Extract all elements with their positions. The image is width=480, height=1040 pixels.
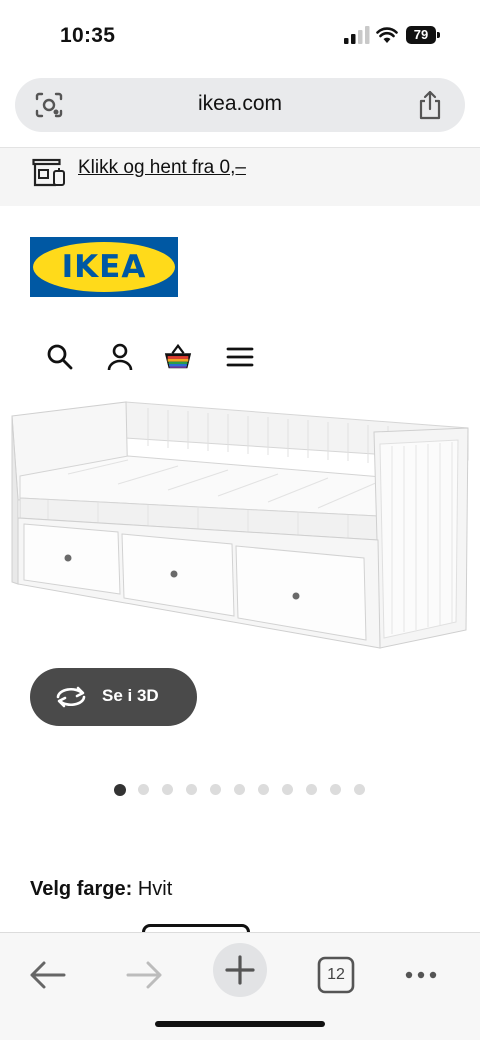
tabs-count: 12 [327, 966, 345, 983]
cellular-signal-icon [344, 26, 370, 44]
ikea-logo-graphic: IKEA [30, 237, 178, 297]
browser-toolbar: 12 [0, 932, 480, 1040]
ikea-logo[interactable]: IKEA [30, 237, 178, 297]
carousel-dot[interactable] [114, 783, 126, 796]
carousel-dot[interactable] [354, 784, 365, 795]
carousel-dot[interactable] [330, 784, 341, 795]
battery-level: 79 [406, 26, 436, 44]
view-3d-label: Se i 3D [102, 686, 159, 705]
carousel-dot[interactable] [162, 784, 173, 795]
view-3d-button[interactable]: Se i 3D [30, 668, 197, 726]
battery-icon: 79 [406, 26, 442, 44]
wifi-icon [376, 27, 398, 43]
site-nav [0, 340, 480, 376]
store-pickup-icon [32, 158, 65, 187]
status-time: 10:35 [60, 24, 116, 47]
carousel-dot[interactable] [306, 784, 317, 795]
carousel-dot[interactable] [186, 784, 197, 795]
address-bar[interactable]: ikea.com [15, 78, 465, 132]
carousel-dot[interactable] [282, 784, 293, 795]
shopping-bag-icon[interactable] [163, 342, 193, 372]
url-text[interactable]: ikea.com [15, 92, 465, 116]
click-collect-banner[interactable]: Klikk og hent fra 0,– [0, 147, 480, 206]
more-options-icon[interactable] [393, 947, 449, 1003]
color-selector: Velg farge: Hvit [30, 878, 172, 901]
status-bar: 10:35 79 [0, 0, 480, 70]
svg-text:IKEA: IKEA [62, 249, 147, 285]
tabs-button[interactable]: 12 [308, 947, 364, 1003]
carousel-dot[interactable] [138, 784, 149, 795]
carousel-dot[interactable] [258, 784, 269, 795]
carousel-dot[interactable] [210, 784, 221, 795]
click-collect-link[interactable]: Klikk og hent fra 0,– [78, 157, 246, 179]
plus-icon [225, 955, 255, 985]
share-icon[interactable] [417, 90, 443, 120]
home-indicator[interactable] [155, 1021, 325, 1027]
product-image[interactable] [8, 394, 474, 656]
rotate-3d-icon [56, 686, 86, 708]
color-value: Hvit [137, 878, 173, 900]
back-arrow-icon[interactable] [20, 947, 76, 1003]
account-icon[interactable] [105, 342, 135, 372]
menu-icon[interactable] [225, 342, 255, 372]
forward-arrow-icon[interactable] [116, 947, 172, 1003]
search-icon[interactable] [45, 342, 75, 372]
new-tab-button[interactable] [213, 943, 267, 997]
color-label: Velg farge: [30, 878, 133, 900]
carousel-dot[interactable] [234, 784, 245, 795]
